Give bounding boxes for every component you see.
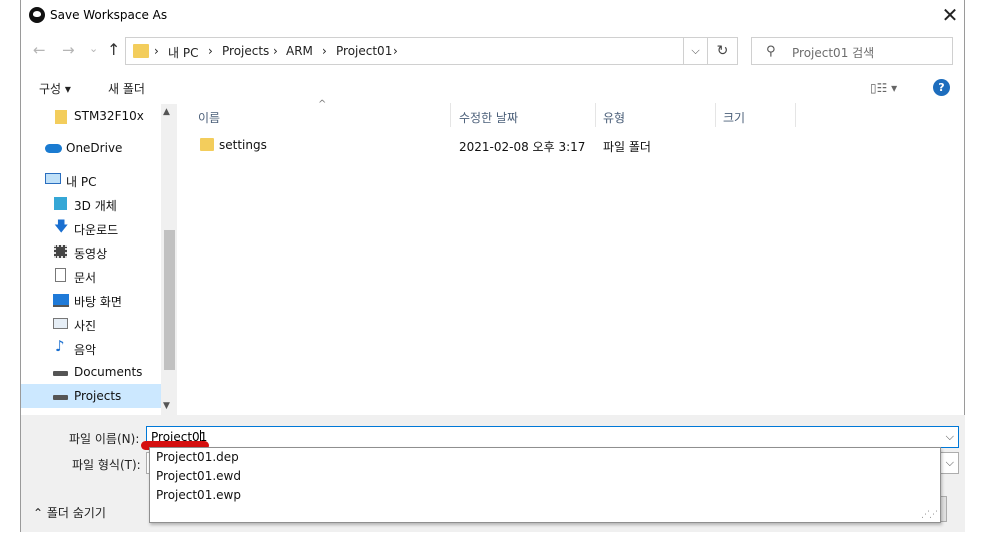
breadcrumb-sep-icon: › bbox=[273, 44, 278, 58]
desktop-icon bbox=[53, 294, 69, 307]
search-icon: ⚲ bbox=[766, 44, 776, 59]
search-placeholder: Project01 검색 bbox=[792, 46, 875, 60]
breadcrumb-item[interactable]: Project01 bbox=[336, 44, 392, 58]
new-folder-button[interactable]: 새 폴더 bbox=[108, 80, 145, 97]
document-icon bbox=[55, 268, 66, 282]
sidebar-item-onedrive[interactable]: OneDrive bbox=[66, 141, 122, 155]
address-bar[interactable]: › 내 PC › Projects › ARM › Project01 › bbox=[125, 37, 684, 65]
column-header-name[interactable]: 이름 bbox=[198, 109, 220, 126]
column-divider[interactable] bbox=[450, 103, 451, 127]
sidebar-item-desktop[interactable]: 바탕 화면 bbox=[74, 293, 122, 310]
folder-icon bbox=[55, 110, 67, 124]
autocomplete-option[interactable]: Project01.ewp bbox=[156, 488, 241, 502]
filename-input[interactable]: Project01 ⌵ bbox=[146, 426, 959, 448]
organize-button[interactable]: 구성 ▾ bbox=[39, 80, 71, 97]
app-icon bbox=[29, 7, 45, 23]
download-icon: 🡇 bbox=[54, 219, 69, 235]
sidebar-item-documents[interactable]: Documents bbox=[74, 365, 142, 379]
sidebar-item-stm32f10x[interactable]: STM32F10x bbox=[74, 109, 144, 123]
column-divider[interactable] bbox=[715, 103, 716, 127]
title-bar: Save Workspace As ✕ bbox=[20, 0, 965, 32]
address-dropdown-icon[interactable]: ⌵ bbox=[684, 37, 708, 65]
filetype-label: 파일 형식(T): bbox=[72, 458, 141, 472]
cube-icon bbox=[54, 197, 67, 210]
folder-icon bbox=[200, 138, 214, 151]
forward-icon[interactable]: → bbox=[62, 41, 75, 59]
view-options-icon[interactable]: ▯☷ ▾ bbox=[870, 81, 897, 95]
file-row[interactable]: settings 2021-02-08 오후 3:17 파일 폴더 bbox=[180, 132, 800, 158]
help-icon[interactable]: ? bbox=[933, 79, 950, 96]
sidebar-item-3d-objects[interactable]: 3D 개체 bbox=[74, 197, 117, 214]
column-divider[interactable] bbox=[795, 103, 796, 127]
filename-dropdown-icon[interactable]: ⌵ bbox=[946, 430, 954, 444]
close-icon[interactable]: ✕ bbox=[938, 4, 962, 28]
filetype-dropdown-icon[interactable]: ⌵ bbox=[946, 456, 954, 470]
column-header-date[interactable]: 수정한 날짜 bbox=[459, 109, 518, 126]
autocomplete-option[interactable]: Project01.dep bbox=[156, 450, 239, 464]
cloud-icon bbox=[45, 144, 62, 153]
music-icon: ♪ bbox=[55, 337, 65, 355]
breadcrumb-item[interactable]: Projects bbox=[222, 44, 269, 58]
filename-label: 파일 이름(N): bbox=[69, 432, 140, 446]
file-name: settings bbox=[219, 138, 267, 152]
breadcrumb-sep-icon: › bbox=[208, 44, 213, 58]
sidebar: STM32F10x OneDrive 내 PC 3D 개체 🡇 다운로드 동영상… bbox=[21, 104, 161, 415]
video-icon bbox=[54, 245, 67, 258]
folder-icon bbox=[133, 44, 149, 58]
resize-grip-icon[interactable]: ⋰⋰ bbox=[921, 510, 938, 520]
breadcrumb-item[interactable]: ARM bbox=[286, 44, 313, 58]
column-header-size[interactable]: 크기 bbox=[723, 109, 745, 126]
column-divider[interactable] bbox=[595, 103, 596, 127]
autocomplete-list: Project01.dep Project01.ewd Project01.ew… bbox=[149, 447, 941, 523]
sidebar-item-downloads[interactable]: 다운로드 bbox=[74, 221, 118, 238]
scroll-up-icon[interactable]: ▲ bbox=[163, 107, 170, 117]
scroll-down-icon[interactable]: ▼ bbox=[163, 401, 170, 411]
breadcrumb-sep-icon: › bbox=[322, 44, 327, 58]
breadcrumb-sep-icon: › bbox=[393, 44, 398, 58]
file-type: 파일 폴더 bbox=[603, 140, 651, 154]
sidebar-item-music[interactable]: 음악 bbox=[74, 341, 96, 358]
search-input[interactable]: ⚲ Project01 검색 bbox=[751, 37, 953, 65]
back-icon[interactable]: ← bbox=[33, 41, 46, 59]
file-date: 2021-02-08 오후 3:17 bbox=[459, 140, 586, 154]
up-icon[interactable]: ↑ bbox=[107, 40, 120, 59]
column-header-type[interactable]: 유형 bbox=[603, 109, 625, 126]
picture-icon bbox=[53, 318, 68, 329]
autocomplete-option[interactable]: Project01.ewd bbox=[156, 469, 241, 483]
drive-icon bbox=[53, 371, 68, 376]
refresh-icon[interactable]: ↻ bbox=[708, 37, 738, 65]
breadcrumb-sep-icon: › bbox=[154, 44, 159, 58]
hide-folders-button[interactable]: ⌃ 폴더 숨기기 bbox=[33, 504, 106, 521]
drive-icon bbox=[53, 395, 68, 400]
sidebar-scrollbar[interactable]: ▲ ▼ bbox=[161, 104, 177, 415]
sidebar-item-this-pc[interactable]: 내 PC bbox=[66, 173, 96, 190]
sort-ascending-icon: ^ bbox=[318, 99, 327, 110]
scrollbar-thumb[interactable] bbox=[164, 230, 175, 370]
history-chevron-icon[interactable]: ⌄ bbox=[89, 42, 98, 55]
breadcrumb-item[interactable]: 내 PC bbox=[168, 44, 198, 61]
sidebar-item-documents-kr[interactable]: 문서 bbox=[74, 269, 96, 286]
sidebar-item-projects[interactable]: Projects bbox=[74, 389, 121, 403]
window-title: Save Workspace As bbox=[50, 8, 168, 22]
sidebar-item-videos[interactable]: 동영상 bbox=[74, 245, 107, 262]
pc-icon bbox=[45, 173, 61, 184]
sidebar-item-pictures[interactable]: 사진 bbox=[74, 317, 96, 334]
